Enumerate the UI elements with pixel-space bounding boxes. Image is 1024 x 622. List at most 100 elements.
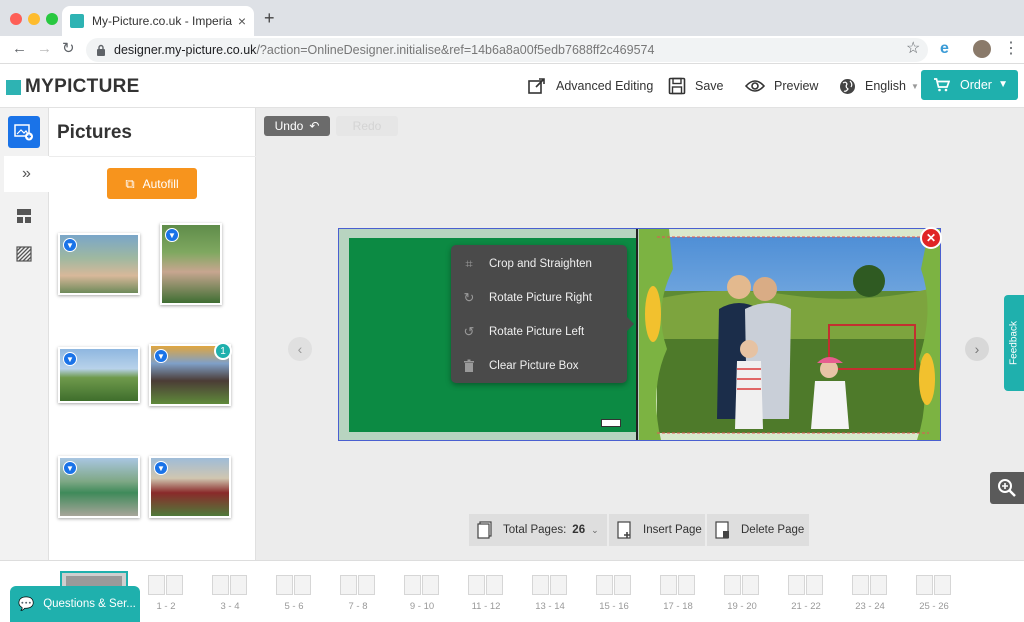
rail-layouts-button[interactable] xyxy=(8,200,40,232)
film-page-thumbnail[interactable] xyxy=(852,575,888,597)
browser-menu-icon[interactable]: ⋮ xyxy=(1003,40,1019,58)
total-pages-value: 26 xyxy=(572,524,586,536)
film-page-thumbnail[interactable] xyxy=(788,575,824,597)
bookmark-star-icon[interactable]: ☆ xyxy=(906,40,920,58)
thumbnail-menu-icon[interactable]: ▼ xyxy=(63,352,77,366)
delete-page-icon xyxy=(715,521,729,539)
film-page-label: 11 - 12 xyxy=(471,601,501,612)
film-page-thumbnail[interactable] xyxy=(916,575,952,597)
address-bar[interactable]: designer.my-picture.co.uk/?action=Online… xyxy=(86,38,928,62)
film-page-thumbnail[interactable] xyxy=(468,575,504,597)
back-arrow-icon[interactable]: ← xyxy=(12,41,27,57)
autofill-label: Autofill xyxy=(142,176,179,191)
film-right-page xyxy=(742,575,759,595)
redo-label: Redo xyxy=(352,119,382,133)
floppy-disk-icon xyxy=(668,77,686,95)
page-toolbar: Total Pages: 26 ⌄ Insert Page Delete Pag… xyxy=(469,514,811,546)
film-left-page xyxy=(404,575,421,595)
total-pages-select[interactable]: 26 ⌄ xyxy=(572,524,598,536)
picture-thumbnail[interactable]: ▼ xyxy=(58,347,140,403)
url-query: /?action=OnlineDesigner.initialise&ref=1… xyxy=(256,43,655,57)
preview-button[interactable]: Preview xyxy=(745,74,818,98)
feedback-tab[interactable]: Feedback xyxy=(1004,295,1024,391)
autofill-button[interactable]: ⧉ Autofill xyxy=(107,168,197,199)
chat-label: Questions & Ser... xyxy=(43,598,136,610)
language-selector[interactable]: English ▼ xyxy=(839,74,919,98)
picture-resolution-indicator xyxy=(601,419,621,427)
undo-button[interactable]: Undo ↶ xyxy=(264,116,330,136)
page-spread[interactable]: ✕ ⌗ Crop and Straighten ↻ Rotate Picture… xyxy=(338,227,942,441)
picture-thumbnail[interactable]: ▼ xyxy=(160,223,222,305)
picture-thumbnail[interactable]: ▼ xyxy=(58,233,140,295)
film-page-thumbnail[interactable] xyxy=(724,575,760,597)
picture-thumbnail[interactable]: ▼ xyxy=(58,456,140,518)
profile-avatar[interactable] xyxy=(973,40,991,58)
undo-label: Undo xyxy=(274,119,304,133)
browser-tab[interactable]: My-Picture.co.uk - Imperial Ph × xyxy=(62,6,254,36)
next-spread-button[interactable]: › xyxy=(965,337,989,361)
film-page-label: 23 - 24 xyxy=(855,601,885,612)
rail-backgrounds-button[interactable] xyxy=(8,238,40,270)
url-host: designer.my-picture.co.uk xyxy=(114,43,257,57)
thumbnail-menu-icon[interactable]: ▼ xyxy=(63,461,77,475)
chat-widget[interactable]: 💬 Questions & Ser... xyxy=(10,586,140,622)
film-right-page xyxy=(294,575,311,595)
rotate-left-item[interactable]: ↺ Rotate Picture Left xyxy=(451,315,627,349)
tab-close-icon[interactable]: × xyxy=(238,13,246,29)
film-page-label: 19 - 20 xyxy=(727,601,757,612)
preview-label: Preview xyxy=(774,79,819,93)
film-page-thumbnail[interactable] xyxy=(212,575,248,597)
film-page-thumbnail[interactable] xyxy=(276,575,312,597)
film-page-thumbnail[interactable] xyxy=(340,575,376,597)
mypicture-logo[interactable]: MYPICTURE xyxy=(6,76,140,98)
url-text: designer.my-picture.co.uk/?action=Online… xyxy=(114,43,654,57)
logo-square-icon xyxy=(6,79,21,95)
rotate-right-item[interactable]: ↻ Rotate Picture Right xyxy=(451,281,627,315)
clear-picture-box-item[interactable]: Clear Picture Box xyxy=(451,349,627,383)
browser-tab-strip: My-Picture.co.uk - Imperial Ph × + xyxy=(0,0,1024,36)
film-page-label: 7 - 8 xyxy=(348,601,368,612)
insert-page-button[interactable]: Insert Page xyxy=(609,514,705,546)
film-left-page xyxy=(340,575,357,595)
extension-e-icon[interactable]: e xyxy=(940,40,949,58)
forward-arrow-icon[interactable]: → xyxy=(37,41,52,57)
thumbnail-menu-icon[interactable]: ▼ xyxy=(165,228,179,242)
film-page-thumbnail[interactable] xyxy=(404,575,440,597)
thumbnail-menu-icon[interactable]: ▼ xyxy=(154,461,168,475)
zoom-button[interactable] xyxy=(990,472,1024,504)
film-page-thumbnail[interactable] xyxy=(660,575,696,597)
close-icon[interactable]: ✕ xyxy=(920,227,942,249)
page-filmstrip: 1 - 2 3 - 4 5 - 6 7 - 8 9 - 10 11 - 12 13 - 14… xyxy=(0,560,1024,622)
advanced-editing-button[interactable]: Advanced Editing xyxy=(527,74,653,98)
thumbnail-menu-icon[interactable]: ▼ xyxy=(154,349,168,363)
film-page-thumbnail[interactable] xyxy=(596,575,632,597)
chevron-down-icon: ▼ xyxy=(911,81,919,91)
order-dropdown-icon[interactable]: ▼ xyxy=(998,79,1008,90)
film-page-thumbnail[interactable] xyxy=(148,575,184,597)
film-right-page xyxy=(358,575,375,595)
previous-spread-button[interactable]: ‹ xyxy=(288,337,312,361)
family-photo[interactable] xyxy=(639,229,940,440)
film-page-thumbnail[interactable] xyxy=(532,575,568,597)
crop-straighten-item[interactable]: ⌗ Crop and Straighten xyxy=(451,247,627,281)
film-left-page xyxy=(468,575,485,595)
film-right-page xyxy=(870,575,887,595)
save-button[interactable]: Save xyxy=(668,74,724,98)
picture-thumbnail[interactable]: ▼ xyxy=(149,456,231,518)
thumbnail-menu-icon[interactable]: ▼ xyxy=(63,238,77,252)
film-page-label: 13 - 14 xyxy=(535,601,565,612)
rail-expand-button[interactable]: » xyxy=(4,156,49,192)
window-close-button[interactable] xyxy=(10,13,22,25)
rail-pictures-button[interactable] xyxy=(8,116,40,148)
browser-toolbar: ← → ↻ designer.my-picture.co.uk/?action=… xyxy=(0,36,1024,64)
order-label: Order xyxy=(960,78,992,92)
reload-icon[interactable]: ↻ xyxy=(62,41,75,57)
film-page-label: 17 - 18 xyxy=(663,601,693,612)
new-tab-icon[interactable]: + xyxy=(264,9,275,27)
order-button[interactable]: Order ▼ xyxy=(921,70,1018,100)
window-zoom-button[interactable] xyxy=(46,13,58,25)
right-page[interactable] xyxy=(639,229,940,440)
delete-page-button[interactable]: Delete Page xyxy=(707,514,809,546)
film-right-page xyxy=(550,575,567,595)
window-minimize-button[interactable] xyxy=(28,13,40,25)
